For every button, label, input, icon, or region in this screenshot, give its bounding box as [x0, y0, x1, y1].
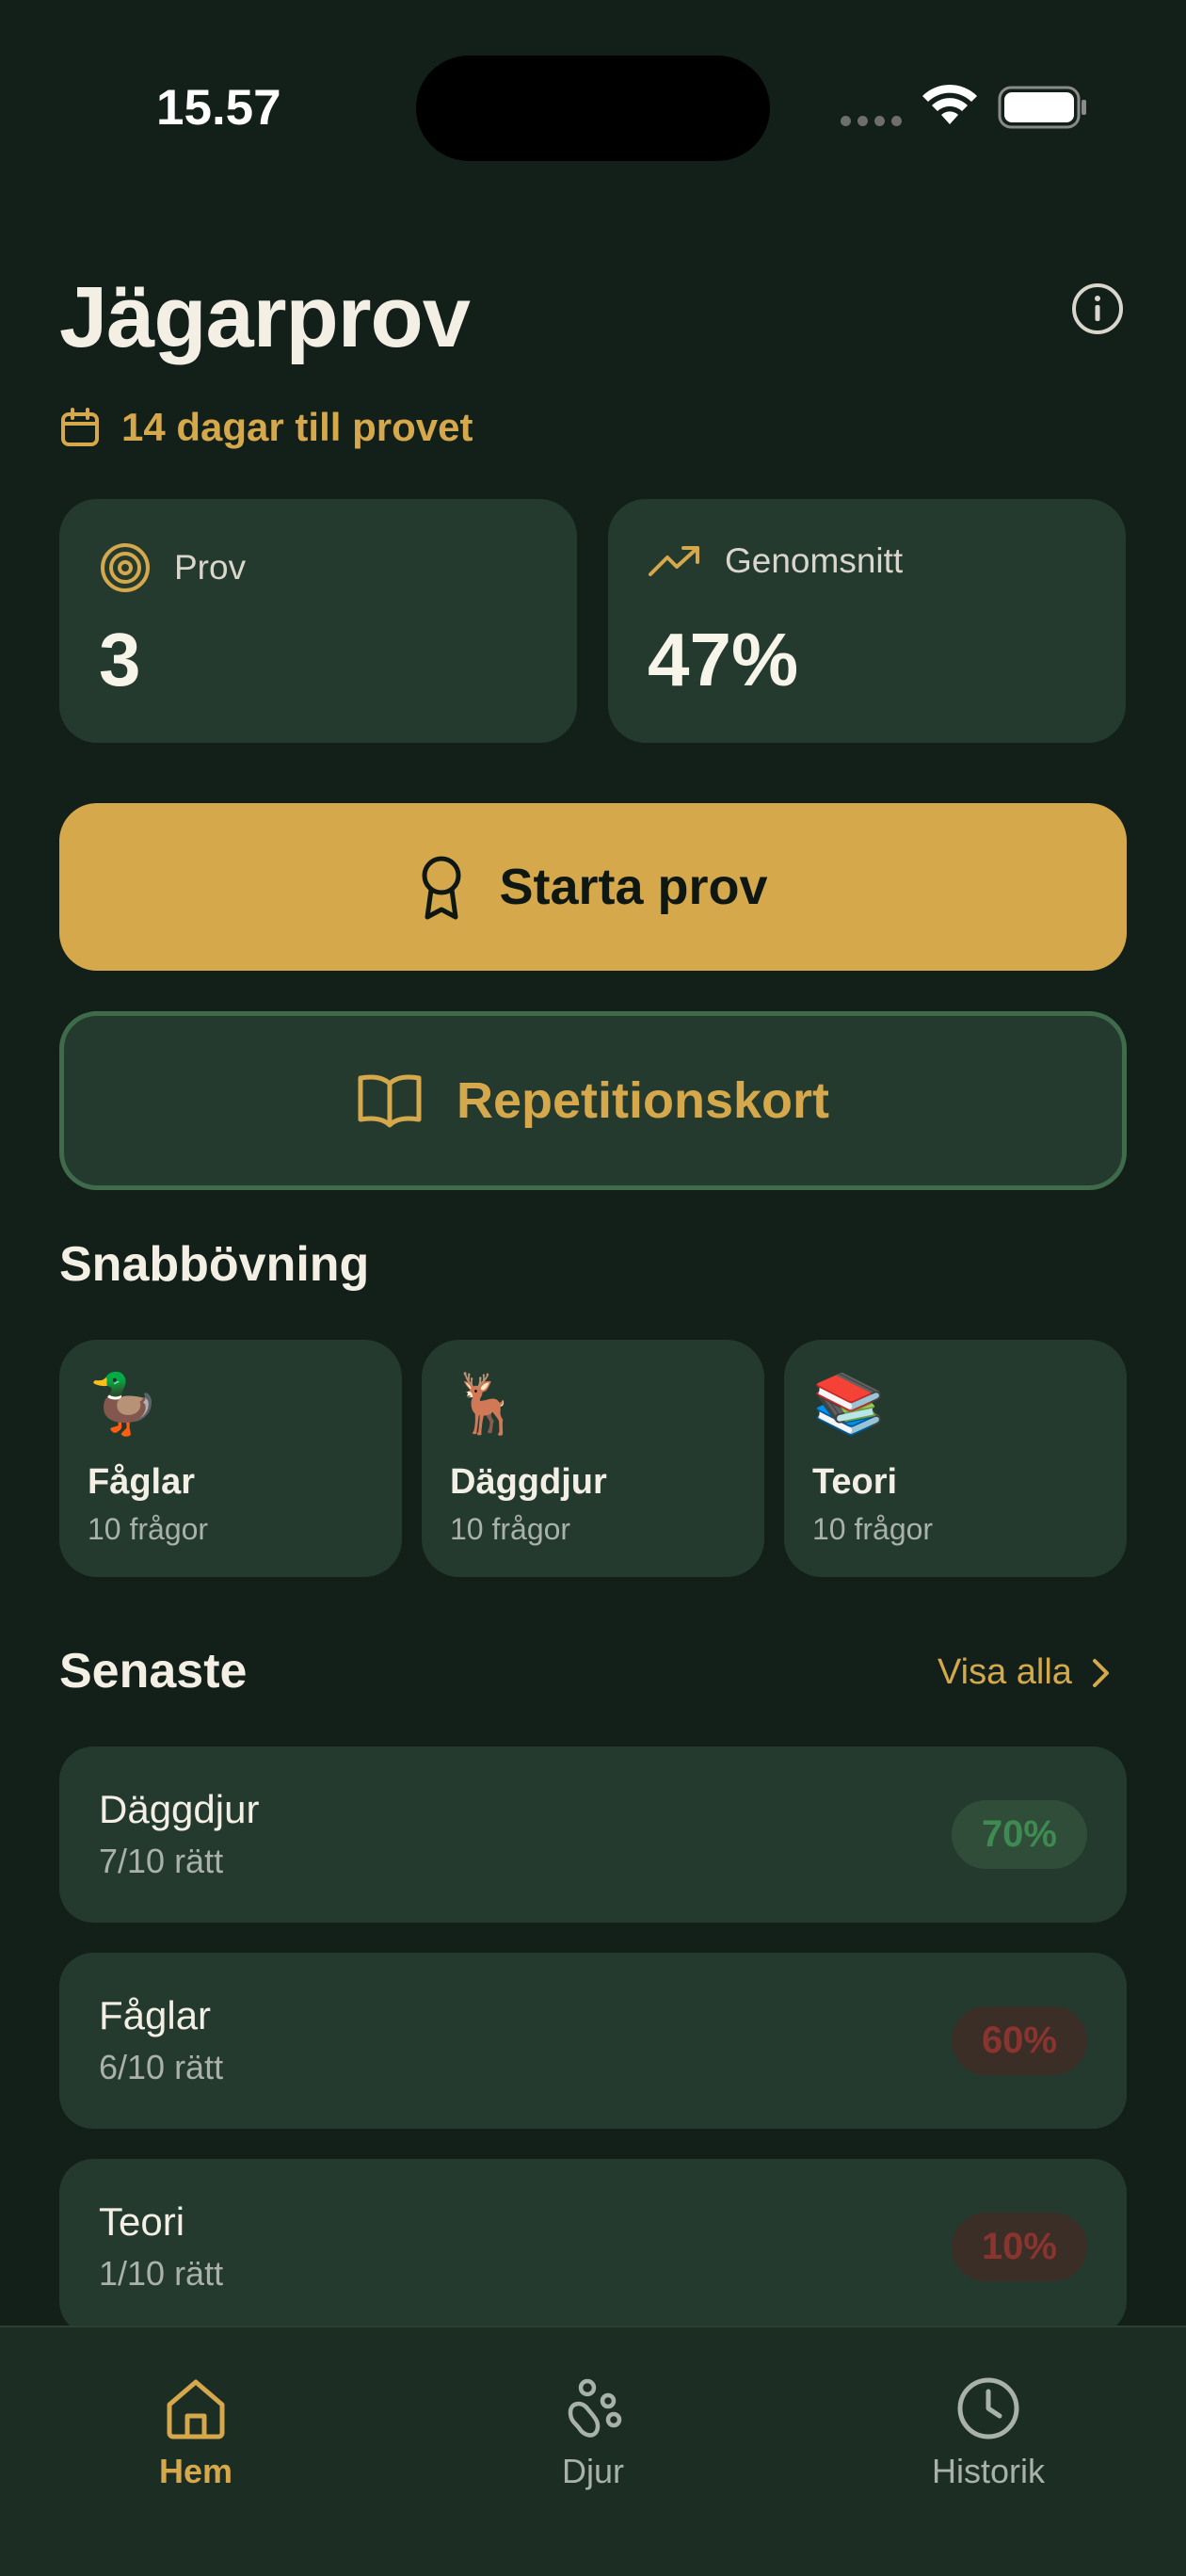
book-open-icon: [358, 1074, 422, 1128]
recent-result-row[interactable]: Däggdjur 7/10 rätt 70%: [59, 1747, 1127, 1923]
clock-icon: [957, 2377, 1019, 2439]
target-icon: [101, 543, 150, 592]
calendar-icon: [61, 408, 99, 446]
cellular-signal-icon: [841, 116, 902, 126]
recent-result-row[interactable]: Fåglar 6/10 rätt 60%: [59, 1953, 1127, 2129]
tab-bar: Hem Djur Historik: [0, 2326, 1186, 2576]
trending-up-icon: [649, 546, 699, 576]
result-score: 1/10 rätt: [99, 2254, 224, 2293]
quick-card-name: Däggdjur: [450, 1462, 607, 1502]
tab-home[interactable]: Hem: [55, 2375, 337, 2491]
result-percent-badge: 70%: [951, 1800, 1087, 1869]
start-exam-label: Starta prov: [499, 859, 768, 915]
see-all-link[interactable]: Visa alla: [938, 1652, 1112, 1693]
quick-card-theory[interactable]: 📚 Teori 10 frågor: [784, 1340, 1127, 1577]
tab-label: Historik: [931, 2452, 1045, 2490]
info-icon[interactable]: [1071, 282, 1124, 335]
result-score: 7/10 rätt: [99, 1842, 224, 1880]
result-score: 6/10 rätt: [99, 2048, 224, 2086]
home-screen: 15.57 Jägarprov 14 dagar till provet Pro…: [0, 0, 1186, 2576]
books-icon: 📚: [812, 1372, 886, 1437]
quick-card-count: 10 frågor: [88, 1512, 209, 1546]
home-icon: [167, 2379, 225, 2439]
quick-card-count: 10 frågor: [450, 1512, 571, 1546]
quick-card-name: Teori: [812, 1462, 898, 1502]
stat-label: Prov: [174, 548, 247, 587]
quick-practice-heading: Snabbövning: [59, 1237, 370, 1292]
duck-icon: 🦆: [88, 1372, 161, 1437]
quick-card-birds[interactable]: 🦆 Fåglar 10 frågor: [59, 1340, 402, 1577]
tab-label: Hem: [158, 2452, 233, 2490]
award-icon: [422, 856, 461, 920]
dynamic-island: [416, 56, 770, 161]
flashcards-label: Repetitionskort: [456, 1072, 830, 1129]
status-time: 15.57: [156, 80, 281, 136]
recent-heading: Senaste: [59, 1644, 248, 1699]
tab-animals[interactable]: Djur: [452, 2375, 734, 2491]
page-title: Jägarprov: [59, 269, 471, 365]
quick-card-name: Fåglar: [88, 1462, 196, 1502]
stat-label: Genomsnitt: [725, 541, 904, 580]
tab-label: Djur: [561, 2452, 624, 2490]
battery-icon: [998, 86, 1086, 129]
start-exam-button[interactable]: Starta prov: [59, 803, 1127, 971]
exam-countdown: 14 dagar till provet: [59, 405, 473, 450]
result-category: Däggdjur: [99, 1787, 260, 1831]
paw-icon: [568, 2378, 622, 2438]
wifi-icon: [922, 84, 977, 124]
result-percent-badge: 60%: [951, 2006, 1087, 2075]
quick-card-mammals[interactable]: 🦌 Däggdjur 10 frågor: [422, 1340, 764, 1577]
stat-card-average: Genomsnitt 47%: [608, 499, 1126, 743]
result-category: Teori: [99, 2199, 185, 2244]
stat-value: 47%: [648, 618, 799, 701]
stat-value: 3: [99, 618, 141, 701]
stat-card-exams: Prov 3: [59, 499, 577, 743]
deer-icon: 🦌: [450, 1372, 523, 1437]
countdown-label: 14 dagar till provet: [121, 405, 473, 449]
quick-card-count: 10 frågor: [812, 1512, 934, 1546]
tab-history[interactable]: Historik: [847, 2375, 1130, 2491]
result-category: Fåglar: [99, 1993, 212, 2037]
flashcards-button[interactable]: Repetitionskort: [59, 1011, 1127, 1190]
recent-result-row[interactable]: Teori 1/10 rätt 10%: [59, 2159, 1127, 2335]
see-all-label: Visa alla: [938, 1652, 1072, 1692]
result-percent-badge: 10%: [951, 2213, 1087, 2281]
chevron-right-icon: [1092, 1658, 1109, 1687]
